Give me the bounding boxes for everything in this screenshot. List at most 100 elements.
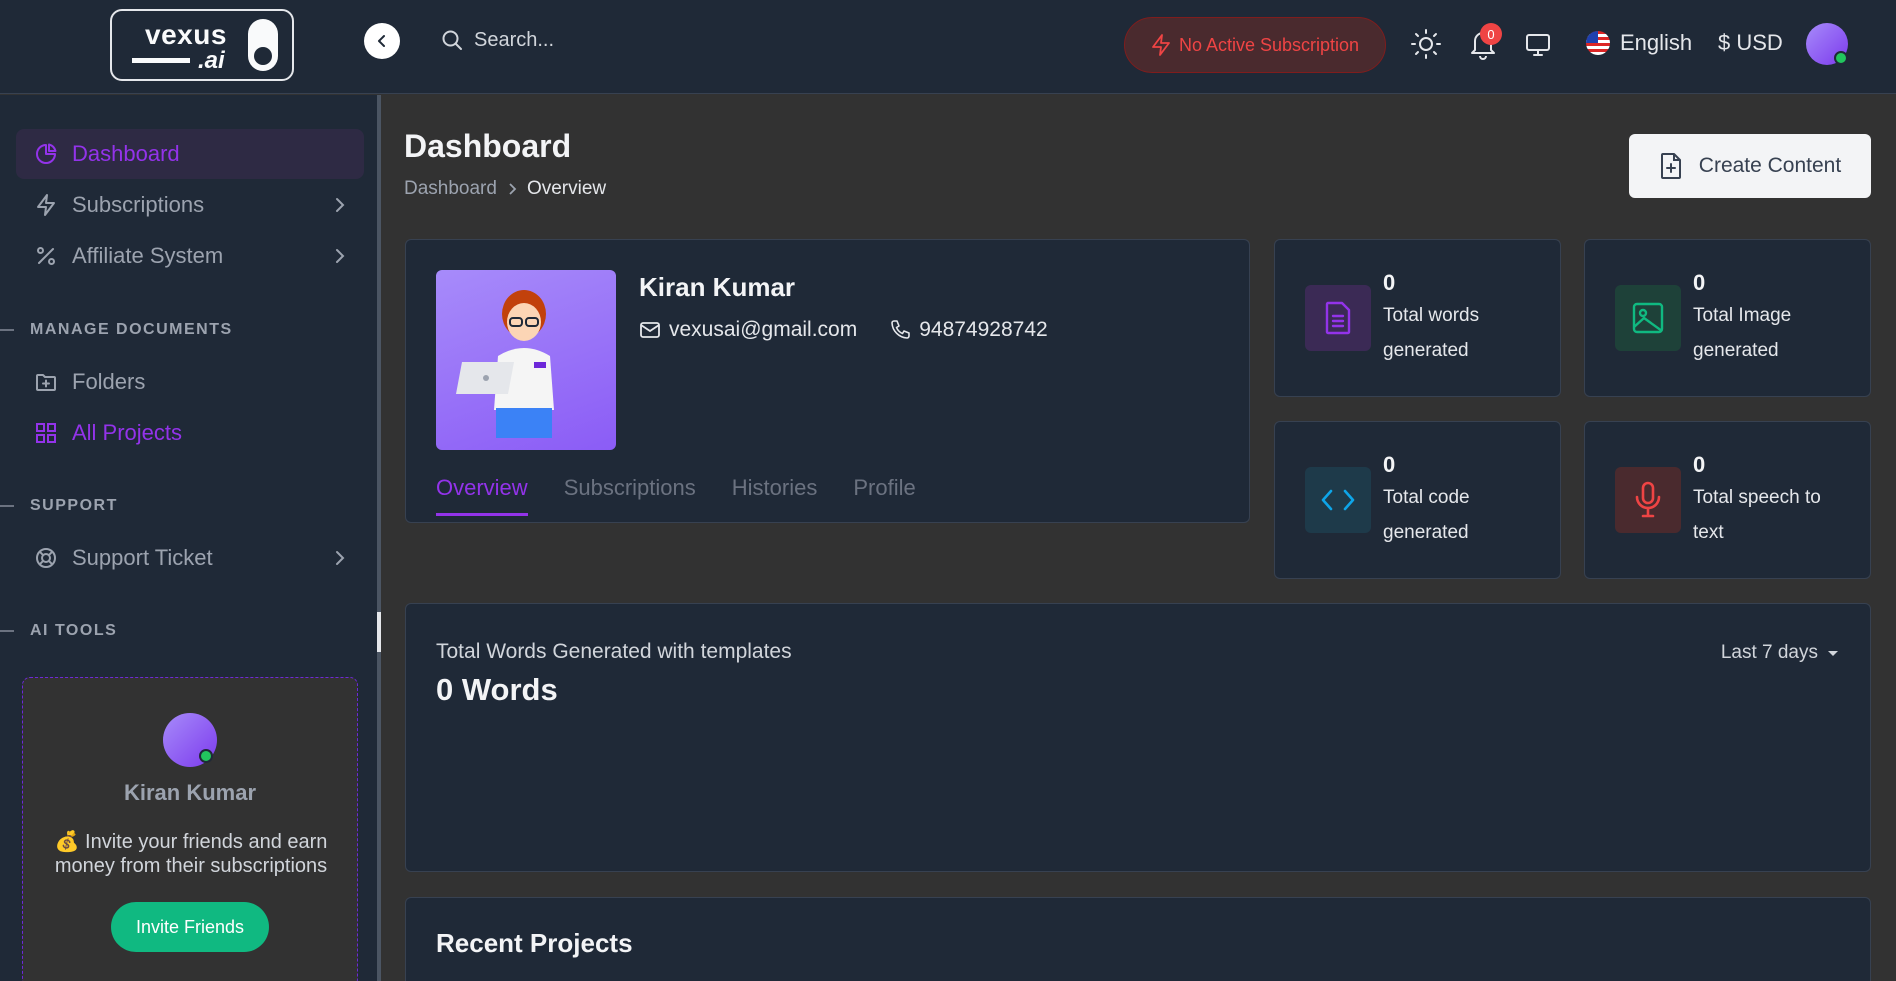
sun-icon: [1411, 29, 1441, 59]
lifebuoy-icon: [36, 548, 56, 568]
sidebar-item-affiliate-system[interactable]: Affiliate System: [16, 231, 364, 281]
profile-card: Kiran Kumar vexusai@gmail.com 9487492874…: [405, 239, 1250, 523]
mail-icon: [640, 322, 660, 338]
chevron-right-icon: [336, 249, 345, 263]
tab-overview[interactable]: Overview: [436, 475, 528, 516]
profile-tabs: Overview Subscriptions Histories Profile: [436, 475, 916, 516]
breadcrumb: Dashboard Overview: [404, 178, 606, 200]
microphone-icon: [1615, 467, 1681, 533]
sidebar-scrollbar-thumb[interactable]: [377, 612, 381, 652]
recent-projects-card: Recent Projects: [405, 897, 1871, 981]
stat-card-images: 0 Total Image generated: [1584, 239, 1871, 397]
sidebar-item-label: Support Ticket: [72, 545, 213, 570]
stat-value: 0: [1693, 270, 1706, 295]
sidebar-item-label: Folders: [72, 369, 146, 394]
profile-email: vexusai@gmail.com: [669, 318, 858, 341]
sidebar-item-label: All Projects: [72, 420, 183, 445]
sidebar-item-folders[interactable]: Folders: [16, 357, 364, 407]
invite-card-text: 💰 Invite your friends and earn money fro…: [54, 831, 328, 877]
caret-right-icon: [509, 183, 517, 195]
tab-histories[interactable]: Histories: [732, 475, 818, 516]
section-divider: [0, 505, 14, 507]
chevron-left-icon: [378, 35, 385, 47]
stat-label: Total code generated: [1383, 487, 1470, 543]
phone-icon: [891, 320, 911, 339]
stat-value: 0: [1383, 270, 1396, 295]
subscription-status-text: No Active Subscription: [1178, 34, 1360, 55]
stat-label: Total Image generated: [1693, 305, 1792, 361]
language-label: English: [1620, 30, 1693, 55]
search-icon: [442, 30, 462, 50]
us-flag-icon: [1586, 31, 1610, 55]
section-divider: [0, 329, 14, 331]
search-input[interactable]: [474, 28, 794, 52]
stat-card-words: 0 Total words generated: [1274, 239, 1561, 397]
pie-chart-icon: [36, 143, 57, 164]
profile-phone: 94874928742: [919, 318, 1048, 341]
fullscreen-button[interactable]: [1524, 32, 1552, 58]
stat-value: 0: [1383, 452, 1396, 477]
breadcrumb-item[interactable]: Dashboard: [404, 178, 497, 200]
sidebar-collapse-button[interactable]: [364, 23, 400, 59]
logo-bar: [132, 58, 190, 63]
user-avatar[interactable]: [1806, 23, 1848, 65]
chevron-right-icon: [336, 198, 345, 212]
tab-subscriptions[interactable]: Subscriptions: [564, 475, 696, 516]
logo-text-bottom: .ai: [198, 47, 225, 74]
stat-label: Total speech to text: [1693, 487, 1821, 543]
section-title-label: SUPPORT: [30, 497, 118, 514]
vexus-logo[interactable]: vexus .ai: [110, 9, 294, 81]
language-selector[interactable]: English: [1586, 30, 1692, 56]
invite-friends-card: Kiran Kumar 💰 Invite your friends and ea…: [22, 677, 358, 981]
stat-card-speech: 0 Total speech to text: [1584, 421, 1871, 579]
breadcrumb-current: Overview: [526, 178, 607, 199]
words-generated-card: Total Words Generated with templates 0 W…: [405, 603, 1871, 872]
code-icon: [1305, 467, 1371, 533]
search-bar[interactable]: [440, 28, 794, 52]
monitor-icon: [1526, 34, 1550, 56]
sidebar-item-dashboard[interactable]: Dashboard: [16, 129, 364, 179]
online-status-dot: [1834, 51, 1848, 65]
sidebar-item-label: Affiliate System: [72, 243, 224, 268]
sidebar-item-label: Dashboard: [72, 141, 180, 166]
tab-profile[interactable]: Profile: [853, 475, 915, 516]
chevron-right-icon: [336, 551, 345, 565]
section-title-label: AI TOOLS: [30, 622, 118, 639]
logo-toggle-shape: [248, 19, 278, 71]
profile-contact: vexusai@gmail.com 94874928742: [639, 318, 1048, 342]
words-card-value: 0 Words: [436, 672, 558, 707]
section-title-support: SUPPORT: [0, 497, 118, 515]
theme-toggle-button[interactable]: [1410, 28, 1442, 60]
recent-projects-title: Recent Projects: [436, 928, 633, 958]
page-title: Dashboard: [404, 128, 572, 164]
section-title-label: MANAGE DOCUMENTS: [30, 321, 233, 338]
image-icon: [1615, 285, 1681, 351]
create-content-button[interactable]: Create Content: [1629, 134, 1871, 198]
top-header: vexus .ai No Active Subscription: [0, 0, 1896, 94]
percent-icon: [37, 247, 55, 265]
sidebar-item-all-projects[interactable]: All Projects: [16, 408, 364, 458]
subscription-status-badge[interactable]: No Active Subscription: [1124, 17, 1386, 73]
lightning-icon: [1152, 34, 1170, 56]
stat-label: Total words generated: [1383, 305, 1480, 361]
sidebar-item-label: Subscriptions: [72, 192, 205, 217]
folder-plus-icon: [36, 374, 56, 391]
document-icon: [1305, 285, 1371, 351]
invite-friends-button[interactable]: Invite Friends: [111, 902, 269, 952]
section-divider: [0, 630, 14, 632]
profile-image: [436, 270, 616, 450]
invite-card-avatar: [163, 713, 217, 767]
invite-card-name: Kiran Kumar: [123, 780, 257, 805]
profile-name: Kiran Kumar: [639, 272, 796, 302]
create-content-label: Create Content: [1698, 154, 1842, 177]
stat-card-code: 0 Total code generated: [1274, 421, 1561, 579]
caret-down-icon: [1828, 651, 1838, 656]
sidebar-item-subscriptions[interactable]: Subscriptions: [16, 180, 364, 230]
lightning-icon: [37, 194, 55, 216]
currency-selector[interactable]: $ USD: [1718, 30, 1783, 56]
date-range-dropdown[interactable]: Last 7 days: [1721, 642, 1840, 664]
section-title-ai-tools: AI TOOLS: [0, 622, 117, 640]
sidebar-item-support-ticket[interactable]: Support Ticket: [16, 533, 364, 583]
sidebar-scrollbar[interactable]: [377, 95, 381, 981]
avatar-illustration: [456, 290, 554, 438]
